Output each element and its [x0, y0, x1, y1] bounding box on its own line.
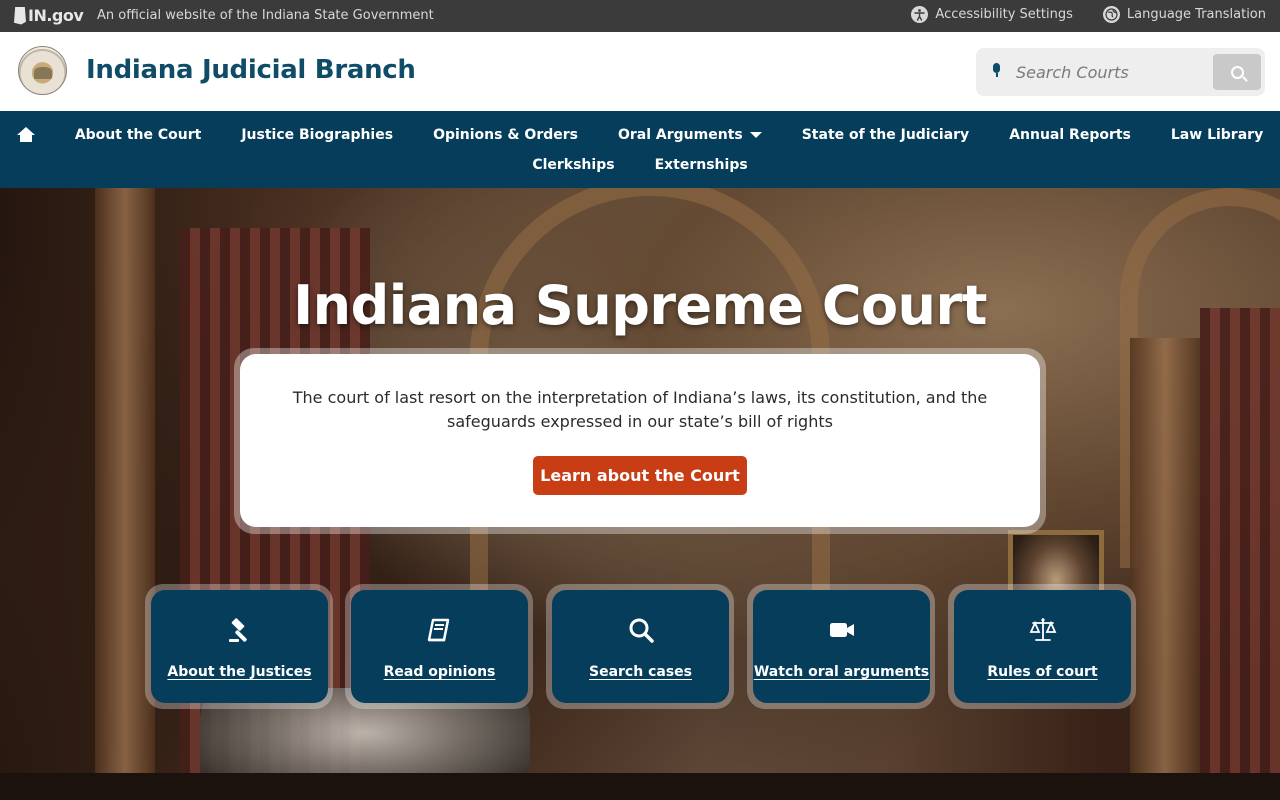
- background-pillar: [1130, 338, 1200, 800]
- learn-about-court-button[interactable]: Learn about the Court: [533, 456, 747, 495]
- tile-rules-of-court[interactable]: Rules of court: [954, 590, 1131, 703]
- gov-bar-utilities: Accessibility Settings Language Translat…: [911, 6, 1266, 23]
- language-translation-label: Language Translation: [1126, 7, 1266, 22]
- in-gov-logo[interactable]: IN.gov: [14, 6, 84, 25]
- background-bench: [0, 773, 1280, 800]
- tile-about-justices[interactable]: About the Justices: [151, 590, 328, 703]
- home-icon: [16, 127, 35, 143]
- video-camera-icon: [753, 616, 930, 644]
- accessibility-icon: [911, 6, 929, 23]
- search-button[interactable]: [1213, 54, 1261, 90]
- nav-oral-arguments[interactable]: Oral Arguments: [598, 125, 782, 145]
- search-icon: [1230, 65, 1244, 79]
- book-icon: [351, 616, 528, 644]
- indiana-state-icon: [14, 6, 26, 25]
- hero-card: The court of last resort on the interpre…: [240, 354, 1040, 527]
- nav-row-2: Clerkships Externships: [0, 155, 1280, 175]
- nav-law-library[interactable]: Law Library: [1151, 125, 1280, 145]
- tile-read-opinions-label: Read opinions: [383, 664, 496, 680]
- hero-section: Indiana Supreme Court The court of last …: [0, 188, 1280, 800]
- microphone-icon[interactable]: [992, 63, 1001, 77]
- official-website-notice: An official website of the Indiana State…: [97, 8, 434, 23]
- hero-title: Indiana Supreme Court: [293, 274, 987, 337]
- background-curtain: [1200, 308, 1280, 800]
- in-gov-logo-text: IN.gov: [28, 6, 84, 25]
- nav-annual-reports[interactable]: Annual Reports: [989, 125, 1151, 145]
- nav-about-the-court[interactable]: About the Court: [55, 125, 222, 145]
- main-nav: About the Court Justice Biographies Opin…: [0, 111, 1280, 188]
- nav-clerkships[interactable]: Clerkships: [512, 155, 634, 175]
- search-box: [976, 48, 1265, 96]
- nav-oral-arguments-label: Oral Arguments: [617, 127, 743, 143]
- language-translation-link[interactable]: Language Translation: [1102, 6, 1266, 23]
- tile-watch-oral-arguments-label: Watch oral arguments: [753, 664, 930, 680]
- nav-opinions-orders[interactable]: Opinions & Orders: [413, 125, 598, 145]
- gov-bar: IN.gov An official website of the Indian…: [0, 0, 1280, 32]
- chevron-down-icon: [749, 132, 762, 138]
- globe-icon: [1102, 6, 1120, 23]
- hero-description: The court of last resort on the interpre…: [292, 388, 988, 431]
- tile-rules-of-court-label: Rules of court: [987, 664, 1098, 680]
- tile-about-justices-label: About the Justices: [167, 664, 312, 680]
- tile-search-cases-label: Search cases: [589, 664, 692, 680]
- indiana-state-seal-logo[interactable]: [18, 46, 67, 95]
- accessibility-settings-link[interactable]: Accessibility Settings: [911, 6, 1073, 23]
- tile-search-cases[interactable]: Search cases: [552, 590, 729, 703]
- scales-icon: [954, 616, 1131, 644]
- nav-externships[interactable]: Externships: [635, 155, 768, 175]
- search-input[interactable]: [1016, 57, 1206, 87]
- search-icon: [552, 616, 729, 644]
- tile-read-opinions[interactable]: Read opinions: [351, 590, 528, 703]
- nav-state-of-the-judiciary[interactable]: State of the Judiciary: [782, 125, 989, 145]
- gavel-icon: [151, 616, 328, 644]
- nav-justice-biographies[interactable]: Justice Biographies: [221, 125, 413, 145]
- site-header: Indiana Judicial Branch: [0, 32, 1280, 111]
- site-title[interactable]: Indiana Judicial Branch: [86, 55, 416, 85]
- accessibility-settings-label: Accessibility Settings: [935, 7, 1073, 22]
- tile-watch-oral-arguments[interactable]: Watch oral arguments: [753, 590, 930, 703]
- nav-home[interactable]: [0, 125, 55, 145]
- nav-row-1: About the Court Justice Biographies Opin…: [0, 125, 1280, 145]
